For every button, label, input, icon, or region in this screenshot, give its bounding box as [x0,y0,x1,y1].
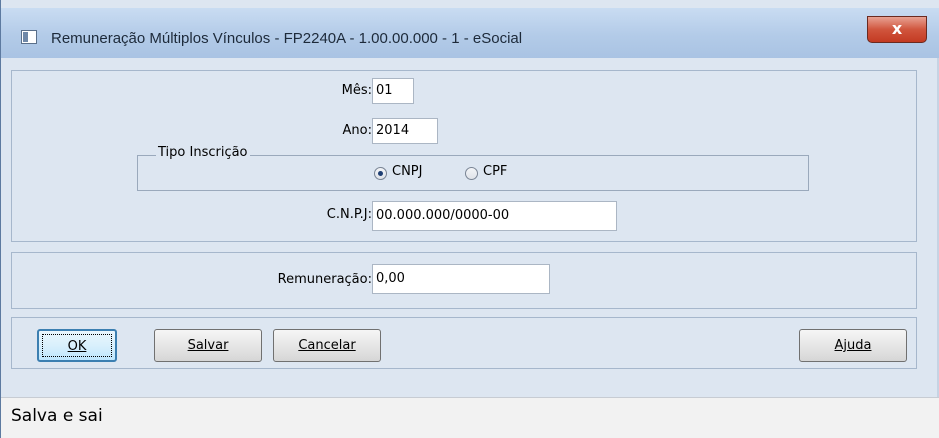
cnpj-radio[interactable] [374,167,387,180]
status-text: Salva e sai [11,406,103,426]
tipo-inscricao-group: Tipo Inscrição CNPJ CPF [137,145,809,191]
close-icon: x [891,19,903,38]
cancelar-button[interactable]: Cancelar [273,329,381,362]
cpf-radio[interactable] [465,167,478,180]
window-icon [21,30,37,44]
remuneracao-input[interactable]: 0,00 [372,264,550,294]
dialog-window: Remuneração Múltiplos Vínculos - FP2240A… [0,0,939,438]
cnpj-label: C.N.P.J: [326,207,372,222]
cancelar-button-label: Cancelar [298,338,356,353]
ano-label: Ano: [342,123,372,138]
button-bar: OK Salvar Cancelar Ajuda [11,317,917,369]
cnpj-input[interactable]: 00.000.000/0000-00 [372,201,617,231]
window-title: Remuneração Múltiplos Vínculos - FP2240A… [51,30,523,47]
salvar-button[interactable]: Salvar [154,329,262,362]
title-bar[interactable]: Remuneração Múltiplos Vínculos - FP2240A… [1,8,939,58]
status-bar: Salva e sai [1,397,939,438]
mes-input[interactable]: 01 [372,78,414,104]
cpf-radio-label[interactable]: CPF [483,164,507,179]
main-panel: Mês: 01 Ano: 2014 Tipo Inscrição CNPJ CP… [11,70,917,242]
tipo-inscricao-legend: Tipo Inscrição [156,145,250,160]
close-button[interactable]: x [867,16,927,43]
salvar-button-label: Salvar [187,338,229,353]
remuneracao-label: Remuneração: [277,272,372,287]
ok-button[interactable]: OK [37,329,117,362]
mes-label: Mês: [341,83,372,98]
ajuda-button-label: Ajuda [834,338,872,353]
remuneracao-panel: Remuneração: 0,00 [11,252,917,309]
focus-rectangle [42,334,112,357]
ajuda-button[interactable]: Ajuda [799,329,907,362]
ano-input[interactable]: 2014 [372,118,438,144]
cnpj-radio-label[interactable]: CNPJ [392,164,422,179]
